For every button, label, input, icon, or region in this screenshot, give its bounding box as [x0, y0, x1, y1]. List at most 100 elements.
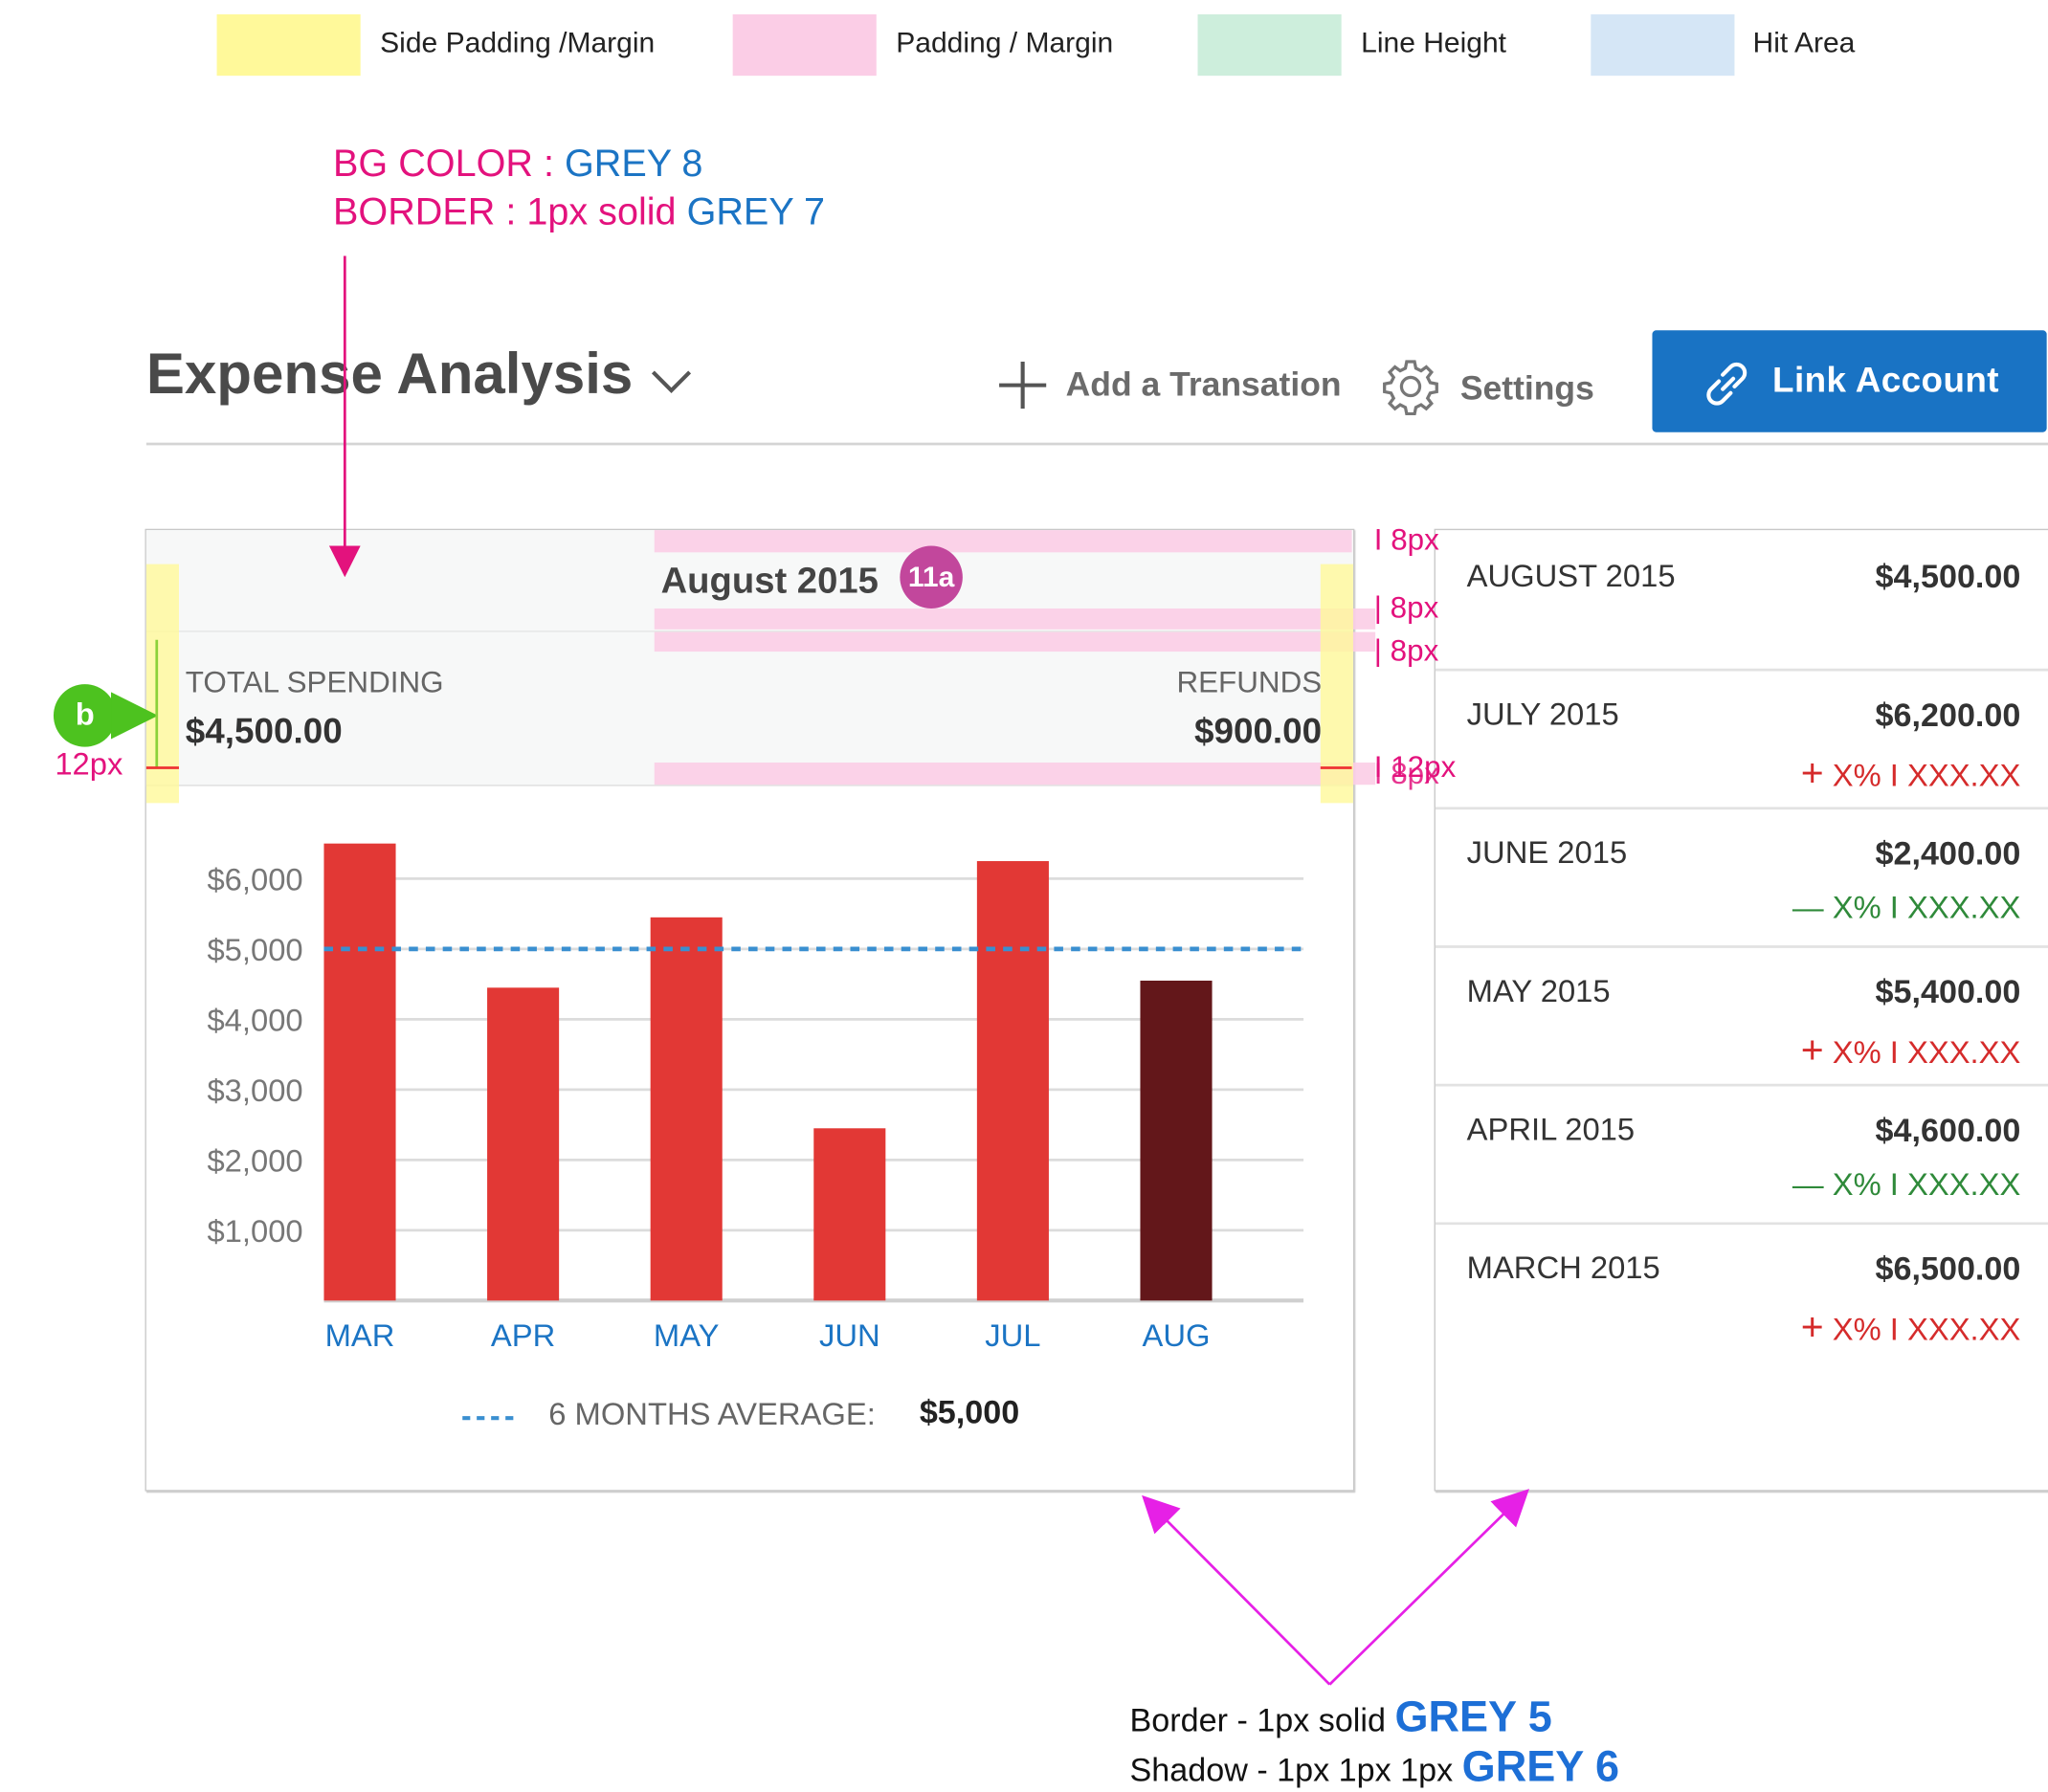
spacing-value: 8px [1390, 632, 1439, 668]
spacing-value: 8px [1391, 756, 1439, 790]
legend-swatch-padding [732, 14, 877, 77]
spacing-value: 8px [1390, 589, 1439, 625]
bg-color-label: BG COLOR : [333, 144, 554, 186]
history-row[interactable]: APRIL 2015 $4,600.00 — X% I XXX.XX [1435, 1084, 2048, 1226]
header-divider [145, 442, 2048, 446]
bar [1140, 980, 1213, 1301]
side-padding-overlay-right [1320, 564, 1353, 804]
history-change: + X% I XXX.XX [1801, 1306, 2021, 1350]
legend-label-padding: Padding / Margin [896, 26, 1114, 59]
spacing-label: I 8px [1373, 756, 1439, 790]
history-change-text: X% I XXX.XX [1832, 1035, 2021, 1072]
spec-canvas: Side Padding /Margin Padding / Margin Li… [0, 0, 2048, 1792]
history-month: JUNE 2015 [1466, 835, 1628, 872]
history-month: AUGUST 2015 [1466, 559, 1676, 594]
badge-b: b [53, 684, 117, 747]
y-tick-label: $4,000 [207, 1003, 302, 1038]
history-change: — X% I XXX.XX [1792, 1167, 2020, 1204]
history-change: + X% I XXX.XX [1801, 1029, 2021, 1073]
page-title-text: Expense Analysis [145, 342, 634, 407]
history-amount: $4,500.00 [1875, 559, 2021, 596]
padding-overlay-top [654, 530, 1352, 553]
expense-chart-card: August 2015 TOTAL SPENDING $4,500.00 REF… [145, 528, 1355, 1492]
padding-overlay-mid [654, 608, 1376, 630]
history-amount: $6,500.00 [1875, 1250, 2021, 1288]
history-change-text: X% I XXX.XX [1832, 890, 2021, 926]
bar [976, 861, 1049, 1301]
y-tick-label: $2,000 [207, 1143, 302, 1179]
legend-swatch-side-padding [216, 14, 361, 77]
bar [487, 987, 560, 1301]
spacing-label: | 8px [1373, 632, 1439, 668]
card-shadow-value: GREY 6 [1461, 1741, 1620, 1791]
legend-label-side-padding: Side Padding /Margin [380, 26, 656, 59]
gear-icon[interactable] [1382, 358, 1439, 416]
history-row[interactable]: JULY 2015 $6,200.00 + X% I XXX.XX [1435, 669, 2048, 810]
history-month: APRIL 2015 [1466, 1112, 1636, 1148]
history-amount: $6,200.00 [1875, 697, 2021, 735]
x-tick-label: MAR [325, 1317, 395, 1353]
card-border-label: Border - 1px solid [1129, 1702, 1386, 1739]
legend-label-line-height: Line Height [1361, 26, 1507, 59]
link-account-button[interactable]: Link Account [1652, 330, 2047, 432]
card-border-annotation: Border - 1px solid GREY 5 [1130, 1692, 1552, 1742]
legend-swatch-hit-area [1591, 14, 1735, 77]
bar [813, 1128, 886, 1301]
bar [650, 917, 723, 1301]
bg-color-annotation: BG COLOR : GREY 8 [333, 144, 702, 187]
history-month: MAY 2015 [1466, 974, 1611, 1009]
add-transaction-button[interactable]: Add a Transation [1066, 365, 1342, 405]
y-tick-label: $5,000 [207, 932, 302, 967]
history-amount: $5,400.00 [1875, 974, 2021, 1011]
y-tick-label: $6,000 [207, 862, 302, 897]
history-row[interactable]: AUGUST 2015 $4,500.00 [1435, 530, 2048, 672]
summary-header: August 2015 TOTAL SPENDING $4,500.00 REF… [145, 530, 1353, 786]
history-month: MARCH 2015 [1466, 1250, 1660, 1287]
card-border-value: GREY 5 [1394, 1692, 1552, 1741]
history-change-text: X% I XXX.XX [1832, 1167, 2021, 1203]
border-label: BORDER : 1px solid [333, 191, 677, 234]
chevron-down-icon[interactable] [648, 365, 695, 397]
x-tick-label: MAY [654, 1317, 720, 1353]
trend-down-icon: — [1792, 890, 1824, 926]
x-tick-label: AUG [1143, 1317, 1211, 1353]
total-spending-label: TOTAL SPENDING [185, 664, 444, 699]
history-change: — X% I XXX.XX [1792, 891, 2020, 927]
card-shadow-annotation: Shadow - 1px 1px 1px GREY 6 [1130, 1742, 1620, 1792]
bar [323, 843, 396, 1301]
average-legend-value: $5,000 [919, 1394, 1020, 1431]
bg-color-value: GREY 8 [564, 144, 703, 186]
padding-overlay-bottom [654, 763, 1376, 785]
spacing-label: | 8px [1373, 589, 1439, 625]
x-tick-label: APR [491, 1317, 555, 1353]
expense-bar-chart: $1,000 $2,000 $3,000 $4,000 $5,000 $6,000 MAR A… [207, 843, 1304, 1353]
history-row[interactable]: JUNE 2015 $2,400.00 — X% I XXX.XX [1435, 807, 2048, 948]
x-tick-label: JUN [819, 1317, 880, 1353]
padding-overlay-mid2 [654, 631, 1376, 653]
badge-11a: 11a [900, 545, 963, 608]
summary-month: August 2015 [660, 560, 879, 601]
history-row[interactable]: MAY 2015 $5,400.00 + X% I XXX.XX [1435, 945, 2048, 1087]
settings-button[interactable]: Settings [1460, 368, 1594, 409]
x-tick-label: JUL [985, 1317, 1040, 1353]
history-amount: $4,600.00 [1875, 1112, 2021, 1150]
page-title: Expense Analysis [146, 343, 633, 408]
y-tick-label: $1,000 [207, 1213, 302, 1249]
refunds-label: REFUNDS [1176, 664, 1323, 699]
spacing-value: 8px [1391, 521, 1439, 557]
plus-icon[interactable] [995, 358, 1050, 412]
history-month: JULY 2015 [1466, 697, 1619, 733]
history-row[interactable]: MARCH 2015 $6,500.00 + X% I XXX.XX [1436, 1222, 2048, 1361]
monthly-history-card: AUGUST 2015 $4,500.00 JULY 2015 $6,200.0… [1434, 528, 2048, 1492]
trend-down-icon: — [1792, 1167, 1824, 1203]
total-spending-value: $4,500.00 [185, 711, 343, 751]
spacing-label: I 8px [1373, 521, 1439, 557]
link-account-label: Link Account [1772, 360, 1999, 400]
trend-up-icon: + [1800, 1029, 1824, 1073]
legend-label-hit-area: Hit Area [1752, 26, 1856, 59]
history-change-text: X% I XXX.XX [1832, 758, 2021, 794]
legend-swatch-line-height [1197, 14, 1342, 77]
average-legend-line [462, 1416, 518, 1421]
link-icon [1706, 362, 1747, 406]
left-spacing-label: 12px [55, 746, 123, 783]
